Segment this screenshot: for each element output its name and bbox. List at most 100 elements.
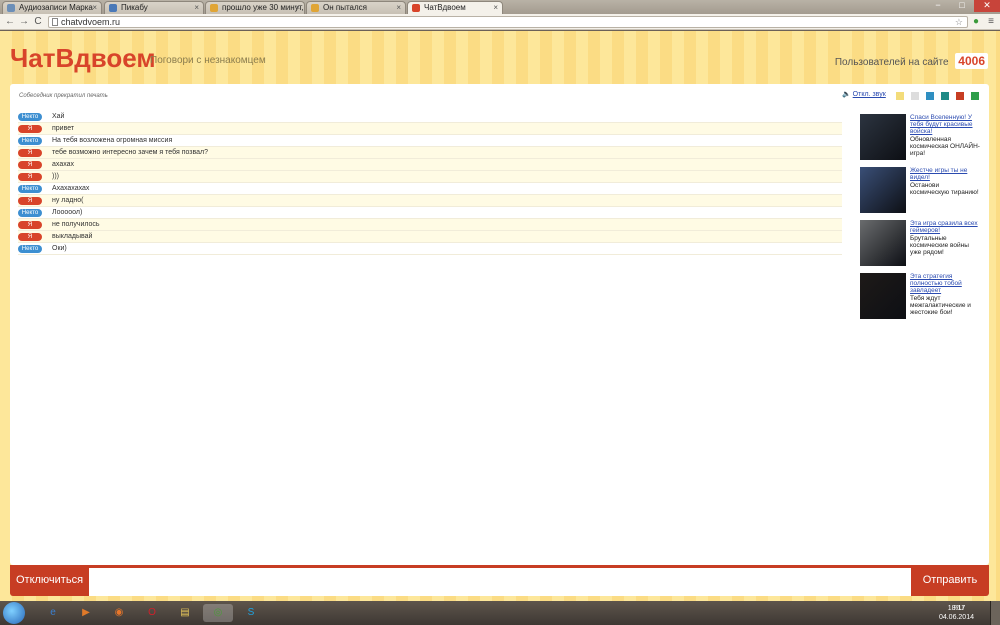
- sender-badge: Некто: [18, 137, 42, 145]
- tab-label: ЧатВдвоем: [424, 3, 466, 12]
- message-text: Лооооол): [52, 209, 83, 216]
- address-url: chatvdvoem.ru: [61, 17, 121, 27]
- explorer-icon[interactable]: ▤: [170, 604, 200, 622]
- chrome-icon[interactable]: ◎: [203, 604, 233, 622]
- browser-tabstrip: Аудиозаписи Марка × Пикабу × прошло уже …: [0, 0, 1000, 14]
- firefox-icon[interactable]: ◉: [104, 604, 134, 622]
- tab-close-icon[interactable]: ×: [396, 2, 401, 14]
- ad-title-link[interactable]: Жестче игры ты не видел!: [910, 167, 980, 181]
- message-row: Некто Хай: [18, 111, 842, 123]
- message-row: Яне получилось: [18, 219, 842, 231]
- ad-image[interactable]: [860, 114, 906, 160]
- tab-close-icon[interactable]: ×: [295, 2, 300, 14]
- forward-button[interactable]: →: [18, 16, 30, 28]
- online-users-count: 4006: [955, 53, 988, 69]
- system-clock[interactable]: 18:17 04.06.2014: [939, 604, 974, 622]
- tab-close-icon[interactable]: ×: [92, 2, 97, 14]
- show-desktop-button[interactable]: [990, 601, 1000, 625]
- ad-title-link[interactable]: Спаси Вселенную! У тебя будут красивые в…: [910, 114, 980, 135]
- site-logo[interactable]: ЧатВдвоем: [10, 43, 156, 74]
- disconnect-button[interactable]: Отключиться: [10, 565, 89, 596]
- message-text: выкладывай: [52, 233, 93, 240]
- close-window-button[interactable]: ✕: [974, 0, 1000, 12]
- send-button[interactable]: Отправить: [911, 565, 989, 596]
- message-row: Некто Лооооол): [18, 207, 842, 219]
- skype-icon[interactable]: S: [236, 604, 266, 622]
- ad-block[interactable]: Эта стратегия полностью тобой завладеет Т…: [860, 269, 985, 322]
- message-row: Яахахах: [18, 159, 842, 171]
- message-text: На тебя возложена огромная миссия: [52, 137, 173, 144]
- tab-chatvdvoem[interactable]: ЧатВдвоем ×: [407, 1, 503, 14]
- tab-label: Он пытался: [323, 3, 367, 12]
- tab-pikabu[interactable]: Пикабу ×: [104, 1, 204, 14]
- sender-badge: Я: [18, 149, 42, 157]
- favicon-icon: [109, 4, 117, 12]
- tab-30-minutes[interactable]: прошло уже 30 минут, ×: [205, 1, 305, 14]
- ad-title-link[interactable]: Эта игра сразила всех геймеров!: [910, 220, 980, 234]
- message-text: привет: [52, 125, 75, 132]
- ad-description: Брутальные космические войны уже рядом!: [910, 235, 969, 256]
- ad-description: Обновленная космическая ОНЛАЙН-игра!: [910, 136, 980, 157]
- message-row: Ятебе возможно интересно зачем я тебя по…: [18, 147, 842, 159]
- theme-swatch[interactable]: [956, 92, 964, 100]
- tab-label: Аудиозаписи Марка: [19, 3, 93, 12]
- media-player-icon[interactable]: ▶: [71, 604, 101, 622]
- sender-badge: Я: [18, 221, 42, 229]
- menu-icon[interactable]: ≡: [985, 16, 997, 28]
- sender-badge: Некто: [18, 245, 42, 253]
- ad-image[interactable]: [860, 273, 906, 319]
- sender-badge: Я: [18, 233, 42, 241]
- ad-description: Останови космическую тиранию!: [910, 182, 979, 196]
- windows-taskbar: e ▶ ◉ O ▤ ◎ S RU 18:17 04.06.2014: [0, 601, 1000, 625]
- tab-close-icon[interactable]: ×: [493, 2, 498, 14]
- favicon-icon: [210, 4, 218, 12]
- theme-swatch[interactable]: [971, 92, 979, 100]
- theme-swatch[interactable]: [926, 92, 934, 100]
- message-text: Ахахахахах: [52, 185, 90, 192]
- sound-control[interactable]: 🔈 Откл. звук: [842, 90, 886, 98]
- clock-date: 04.06.2014: [938, 614, 974, 621]
- bookmark-star-icon[interactable]: ☆: [955, 17, 963, 27]
- extension-icon[interactable]: ●: [970, 16, 982, 28]
- message-input[interactable]: [89, 568, 911, 596]
- browser-toolbar: ← → C chatvdvoem.ru ☆ ● ≡: [0, 14, 1000, 30]
- message-row: Некто Ахахахахах: [18, 183, 842, 195]
- sender-badge: Я: [18, 161, 42, 169]
- site-tagline: Поговори с незнакомцем: [150, 55, 266, 66]
- sender-badge: Я: [18, 125, 42, 133]
- ad-sidebar: Спаси Вселенную! У тебя будут красивые в…: [860, 110, 985, 322]
- theme-swatch[interactable]: [911, 92, 919, 100]
- ad-block[interactable]: Спаси Вселенную! У тебя будут красивые в…: [860, 110, 985, 163]
- ad-title-link[interactable]: Эта стратегия полностью тобой завладеет: [910, 273, 980, 294]
- start-button[interactable]: [3, 602, 25, 624]
- maximize-button[interactable]: □: [950, 0, 974, 12]
- theme-swatch[interactable]: [941, 92, 949, 100]
- online-users: Пользователей на сайте 4006: [835, 53, 988, 69]
- address-bar[interactable]: chatvdvoem.ru ☆: [48, 16, 968, 28]
- page-icon: [52, 18, 58, 26]
- sender-badge: Некто: [18, 185, 42, 193]
- ad-block[interactable]: Эта игра сразила всех геймеров! Брутальны…: [860, 216, 985, 269]
- message-text: Оки): [52, 245, 67, 252]
- theme-swatch[interactable]: [896, 92, 904, 100]
- chat-page: ЧатВдвоем Поговори с незнакомцем Пользов…: [0, 31, 1000, 601]
- online-users-label: Пользователей на сайте: [834, 57, 949, 68]
- ad-image[interactable]: [860, 167, 906, 213]
- tab-audio[interactable]: Аудиозаписи Марка ×: [2, 1, 102, 14]
- message-row: Япривет: [18, 123, 842, 135]
- message-text: тебе возможно интересно зачем я тебя поз…: [52, 149, 209, 156]
- ie-icon[interactable]: e: [38, 604, 68, 622]
- tab-close-icon[interactable]: ×: [194, 2, 199, 14]
- reload-button[interactable]: C: [32, 16, 44, 28]
- message-text: Хай: [52, 113, 65, 120]
- opera-icon[interactable]: O: [137, 604, 167, 622]
- ad-image[interactable]: [860, 220, 906, 266]
- ad-block[interactable]: Жестче игры ты не видел! Останови космиче…: [860, 163, 985, 216]
- message-text: ну ладно(: [52, 197, 84, 204]
- minimize-button[interactable]: −: [926, 0, 950, 12]
- tab-on-pytalsya[interactable]: Он пытался ×: [306, 1, 406, 14]
- mute-sound-link[interactable]: Откл. звук: [853, 91, 886, 98]
- message-row: Яну ладно(: [18, 195, 842, 207]
- back-button[interactable]: ←: [4, 16, 16, 28]
- speaker-icon: 🔈: [842, 91, 851, 98]
